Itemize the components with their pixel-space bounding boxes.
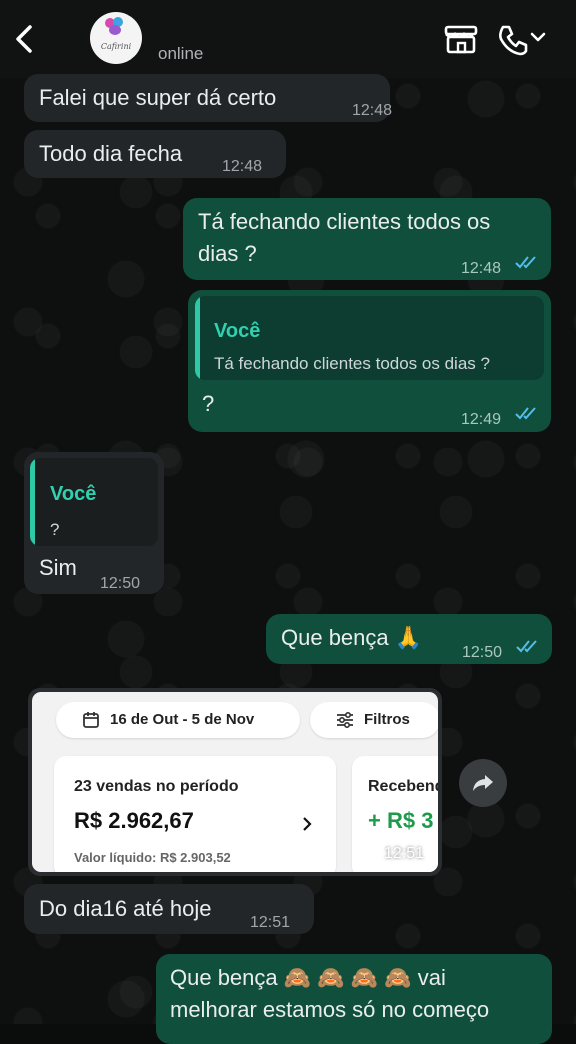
contact-avatar[interactable]: Cafirini — [90, 12, 142, 64]
sales-screenshot[interactable]: 16 de Out - 5 de Nov Filtros 23 vendas n… — [32, 692, 438, 872]
receivables-amount: + R$ 3 — [368, 808, 434, 833]
message-time: 12:51 — [250, 914, 291, 931]
net-value-text: Valor líquido: R$ 2.903,52 — [74, 850, 231, 865]
message-time: 12:51 — [384, 845, 425, 862]
message-text: Todo dia fecha — [39, 141, 183, 166]
read-ticks-icon — [516, 640, 537, 653]
chevron-right-icon — [303, 817, 312, 831]
message-text-line2: dias ? — [198, 241, 257, 266]
message-text: ? — [202, 391, 215, 416]
date-range-chip: 16 de Out - 5 de Nov — [56, 702, 300, 738]
phone-icon[interactable] — [496, 24, 530, 56]
message-text: Que bença 🙏 — [281, 625, 423, 650]
quote-author: Você — [214, 320, 261, 342]
message-time: 12:50 — [462, 644, 503, 661]
message-time: 12:49 — [461, 411, 502, 428]
calendar-icon — [83, 712, 99, 728]
message-incoming[interactable]: Todo dia fecha 12:48 — [24, 130, 286, 178]
message-text-line1: Tá fechando clientes todos os — [198, 209, 491, 234]
forward-icon — [473, 775, 493, 791]
quoted-message[interactable]: Você Tá fechando clientes todos os dias … — [195, 296, 544, 380]
message-time: 12:48 — [222, 158, 263, 175]
sales-count-title: 23 vendas no período — [74, 778, 239, 795]
quote-text: Tá fechando clientes todos os dias ? — [214, 354, 490, 373]
chevron-down-icon[interactable] — [530, 30, 546, 44]
message-time: 12:48 — [352, 102, 393, 119]
quote-accent-bar — [30, 458, 35, 546]
message-outgoing[interactable]: Que bença 🙈 🙈 🙈 🙈 vai melhorar estamos s… — [156, 954, 552, 1044]
image-message[interactable]: 16 de Out - 5 de Nov Filtros 23 vendas n… — [28, 688, 442, 876]
contact-status: online — [158, 44, 204, 63]
message-outgoing[interactable]: Que bença 🙏 12:50 — [266, 614, 552, 664]
chat-header: Cafirini online — [0, 0, 576, 78]
message-outgoing[interactable]: Tá fechando clientes todos os dias ? 12:… — [183, 198, 551, 280]
message-text: Sim — [39, 555, 77, 580]
quote-author: Você — [50, 483, 97, 505]
read-ticks-icon — [515, 256, 536, 269]
receivables-title: Recebendo — [368, 778, 438, 795]
quoted-message[interactable]: Você ? — [30, 458, 158, 546]
sales-summary-card: 23 vendas no período R$ 2.962,67 Valor l… — [54, 756, 336, 872]
sales-total-amount: R$ 2.962,67 — [74, 808, 194, 833]
message-outgoing-reply[interactable]: Você Tá fechando clientes todos os dias … — [188, 290, 551, 432]
message-time: 12:50 — [100, 575, 141, 592]
filters-chip: Filtros — [310, 702, 438, 738]
message-text: Falei que super dá certo — [39, 85, 277, 110]
message-text: Do dia16 até hoje — [39, 896, 212, 921]
forward-button[interactable] — [459, 759, 507, 807]
avatar-logo-text: Cafirini — [100, 42, 132, 51]
back-arrow-icon[interactable] — [10, 22, 38, 56]
message-incoming[interactable]: Falei que super dá certo 12:48 — [24, 74, 392, 122]
filters-label: Filtros — [364, 711, 410, 728]
shop-icon[interactable] — [443, 24, 479, 54]
date-range-text: 16 de Out - 5 de Nov — [110, 711, 255, 728]
message-incoming[interactable]: Do dia16 até hoje 12:51 — [24, 884, 314, 934]
message-time: 12:48 — [461, 260, 502, 277]
message-text-line2: melhorar estamos só no começo — [170, 997, 490, 1022]
quote-accent-bar — [195, 296, 200, 380]
filters-icon — [337, 711, 353, 729]
message-text-line1: Que bença 🙈 🙈 🙈 🙈 vai — [170, 965, 446, 990]
quote-text: ? — [50, 520, 60, 539]
read-ticks-icon — [515, 407, 536, 420]
message-incoming-reply[interactable]: Você ? Sim 12:50 — [24, 452, 164, 594]
